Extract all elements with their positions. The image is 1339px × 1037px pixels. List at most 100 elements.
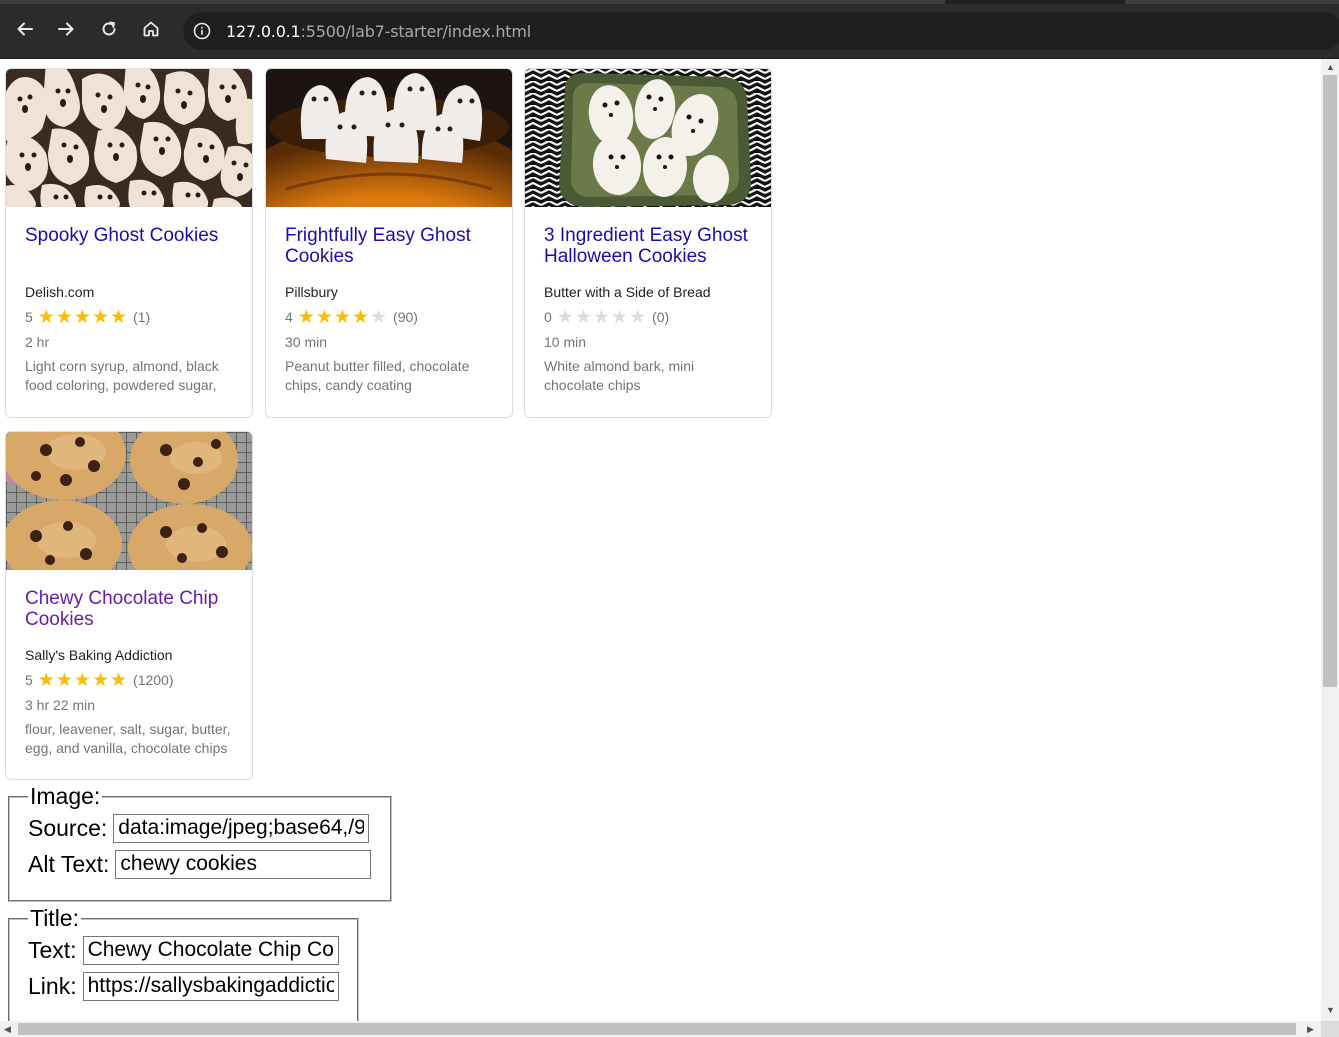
star-filled-icon: ★ bbox=[55, 669, 73, 691]
source-input[interactable] bbox=[113, 813, 370, 843]
star-filled-icon: ★ bbox=[109, 669, 128, 691]
text-row: Text: bbox=[28, 932, 339, 968]
recipe-ingredients: flour, leavener, salt, sugar, butter, eg… bbox=[25, 721, 231, 756]
recipe-rating: 5 ★ ★ ★ ★ ★ (1) bbox=[25, 305, 233, 329]
star-filled-icon: ★ bbox=[55, 306, 73, 328]
browser-toolbar: 127.0.0.1:5500/lab7-starter/index.html bbox=[0, 4, 1339, 59]
star-empty-icon: ★ bbox=[556, 306, 574, 328]
star-filled-icon: ★ bbox=[91, 669, 109, 691]
star-filled-icon: ★ bbox=[109, 306, 128, 328]
recipe-rating: 5 ★ ★ ★ ★ ★ (1200) bbox=[25, 668, 233, 692]
recipe-time: 30 min bbox=[285, 334, 328, 350]
star-filled-icon: ★ bbox=[73, 306, 91, 328]
recipe-time: 2 hr bbox=[25, 334, 50, 350]
star-filled-icon: ★ bbox=[73, 669, 91, 691]
alt-text-label: Alt Text: bbox=[28, 850, 110, 877]
card-body: Frightfully Easy Ghost Cookies Pillsbury… bbox=[266, 207, 512, 395]
recipe-ingredients: Light corn syrup, almond, black food col… bbox=[25, 358, 219, 393]
url-path: :5500/lab7-starter/index.html bbox=[300, 22, 532, 41]
recipe-card: 3 Ingredient Easy Ghost Halloween Cookie… bbox=[524, 68, 772, 418]
scroll-left-icon[interactable]: ◀ bbox=[4, 1024, 11, 1035]
star-empty-icon: ★ bbox=[610, 306, 628, 328]
star-empty-icon: ★ bbox=[628, 306, 647, 328]
star-rating: ★ ★ ★ ★ ★ bbox=[38, 308, 127, 327]
star-filled-icon: ★ bbox=[37, 306, 55, 328]
review-count: (1) bbox=[133, 309, 151, 325]
horizontal-scrollbar[interactable]: ◀ ▶ bbox=[0, 1021, 1321, 1037]
site-info-icon[interactable] bbox=[193, 22, 211, 45]
card-body: Chewy Chocolate Chip Cookies Sally's Bak… bbox=[6, 570, 252, 758]
review-count: (90) bbox=[393, 309, 418, 325]
recipe-organization: Butter with a Side of Bread bbox=[544, 284, 711, 300]
recipe-image bbox=[6, 69, 252, 207]
source-row: Source: bbox=[28, 810, 372, 846]
star-rating: ★ ★ ★ ★ ★ bbox=[557, 308, 646, 327]
forward-arrow-icon[interactable] bbox=[53, 16, 79, 42]
address-bar[interactable]: 127.0.0.1:5500/lab7-starter/index.html bbox=[183, 12, 1339, 50]
recipe-rating: 0 ★ ★ ★ ★ ★ (0) bbox=[544, 305, 752, 329]
scrollbar-corner bbox=[1321, 1021, 1339, 1037]
star-rating: ★ ★ ★ ★ ★ bbox=[38, 671, 127, 690]
home-icon[interactable] bbox=[138, 16, 164, 42]
recipe-card: Spooky Ghost Cookies Delish.com 5 ★ ★ ★ ★ ★ … bbox=[5, 68, 253, 418]
title-link-input[interactable] bbox=[82, 971, 339, 1001]
recipe-ingredients: Peanut butter filled, chocolate chips, c… bbox=[285, 358, 470, 393]
reload-icon[interactable] bbox=[96, 16, 122, 42]
recipe-image bbox=[266, 69, 512, 207]
image-fieldset: Image: Source: Alt Text: bbox=[8, 783, 392, 902]
rating-value: 5 bbox=[25, 309, 33, 325]
source-label: Source: bbox=[28, 814, 108, 841]
scroll-up-icon[interactable]: ▲ bbox=[1326, 62, 1335, 72]
browser-chrome: 127.0.0.1:5500/lab7-starter/index.html bbox=[0, 0, 1339, 59]
rating-value: 4 bbox=[285, 309, 293, 325]
recipe-card: Frightfully Easy Ghost Cookies Pillsbury… bbox=[265, 68, 513, 418]
title-text-input[interactable] bbox=[82, 935, 339, 965]
recipe-ingredients: White almond bark, mini chocolate chips bbox=[544, 358, 695, 393]
scroll-right-icon[interactable]: ▶ bbox=[1307, 1024, 1314, 1035]
page-viewport: Spooky Ghost Cookies Delish.com 5 ★ ★ ★ ★ ★ … bbox=[0, 59, 1339, 1037]
recipe-title-link[interactable]: Chewy Chocolate Chip Cookies bbox=[25, 588, 233, 646]
recipe-image bbox=[525, 69, 771, 207]
recipe-organization: Delish.com bbox=[25, 284, 95, 300]
recipe-rating: 4 ★ ★ ★ ★ ★ (90) bbox=[285, 305, 493, 329]
recipe-time: 3 hr 22 min bbox=[25, 697, 96, 713]
review-count: (0) bbox=[652, 309, 670, 325]
alt-text-row: Alt Text: bbox=[28, 846, 372, 882]
recipe-title-link[interactable]: Frightfully Easy Ghost Cookies bbox=[285, 225, 493, 283]
image-legend: Image: bbox=[30, 783, 101, 809]
recipe-card: Chewy Chocolate Chip Cookies Sally's Bak… bbox=[5, 431, 253, 780]
star-filled-icon: ★ bbox=[333, 306, 351, 328]
star-filled-icon: ★ bbox=[297, 306, 315, 328]
alt-text-input[interactable] bbox=[115, 849, 372, 879]
star-filled-icon: ★ bbox=[315, 306, 333, 328]
recipe-time: 10 min bbox=[544, 334, 587, 350]
back-arrow-icon[interactable] bbox=[12, 16, 38, 42]
recipe-organization: Pillsbury bbox=[285, 284, 338, 300]
recipe-organization: Sally's Baking Addiction bbox=[25, 647, 173, 663]
vertical-scrollbar[interactable]: ▲ ▼ bbox=[1321, 59, 1339, 1021]
star-filled-icon: ★ bbox=[37, 669, 55, 691]
star-empty-icon: ★ bbox=[592, 306, 610, 328]
recipe-title-link[interactable]: Spooky Ghost Cookies bbox=[25, 225, 233, 283]
title-fieldset: Title: Text: Link: bbox=[8, 905, 359, 1021]
recipe-title-link[interactable]: 3 Ingredient Easy Ghost Halloween Cookie… bbox=[544, 225, 752, 283]
link-label: Link: bbox=[28, 972, 77, 999]
star-filled-icon: ★ bbox=[351, 306, 369, 328]
link-row: Link: bbox=[28, 968, 339, 1004]
url-host: 127.0.0.1 bbox=[226, 22, 301, 41]
page-content: Spooky Ghost Cookies Delish.com 5 ★ ★ ★ ★ ★ … bbox=[0, 59, 1321, 1021]
url-text[interactable]: 127.0.0.1:5500/lab7-starter/index.html bbox=[226, 22, 531, 41]
star-empty-icon: ★ bbox=[574, 306, 592, 328]
title-legend: Title: bbox=[30, 905, 79, 931]
horizontal-scroll-thumb[interactable] bbox=[18, 1023, 1296, 1035]
text-label: Text: bbox=[28, 936, 77, 963]
rating-value: 0 bbox=[544, 309, 552, 325]
scroll-down-icon[interactable]: ▼ bbox=[1326, 1005, 1335, 1015]
vertical-scroll-thumb[interactable] bbox=[1323, 75, 1337, 687]
card-body: 3 Ingredient Easy Ghost Halloween Cookie… bbox=[525, 207, 771, 395]
star-filled-icon: ★ bbox=[91, 306, 109, 328]
rating-value: 5 bbox=[25, 672, 33, 688]
review-count: (1200) bbox=[133, 672, 174, 688]
card-body: Spooky Ghost Cookies Delish.com 5 ★ ★ ★ ★ ★ … bbox=[6, 207, 252, 395]
star-empty-icon: ★ bbox=[369, 306, 388, 328]
